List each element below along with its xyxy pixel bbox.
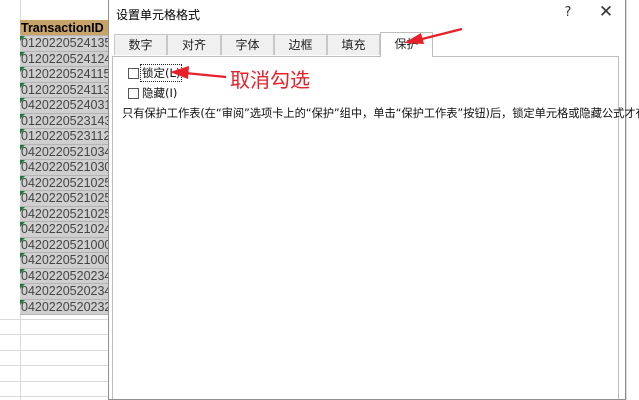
error-indicator-icon <box>20 67 25 72</box>
transaction-id-cell[interactable]: 0420220524031 <box>20 98 108 114</box>
cell-value: 0420220521025 <box>21 206 108 221</box>
transaction-id-cell[interactable]: 0420220520232 <box>20 299 108 315</box>
error-indicator-icon <box>20 222 25 227</box>
error-indicator-icon <box>20 51 25 57</box>
transaction-id-cell[interactable]: 0420220521000 <box>20 237 108 253</box>
transaction-id-cell[interactable]: 0120220524135 <box>20 36 108 52</box>
transaction-id-cell[interactable]: 0420220521030 <box>20 160 108 176</box>
transaction-id-cell[interactable]: 0120220524124 <box>20 51 108 67</box>
protection-panel: 锁定(L) 隐藏(I) 只有保护工作表(在“审阅”选项卡上的“保护”组中，单击“… <box>112 57 639 399</box>
transaction-id-cell[interactable]: 0120220523143 <box>20 113 108 129</box>
grid-line <box>0 396 108 397</box>
error-indicator-icon <box>20 191 25 196</box>
cell-value: 0420220521000 <box>21 237 108 252</box>
tab-alignment[interactable]: 对齐 <box>167 34 221 55</box>
cell-value: 0420220521025 <box>21 175 108 190</box>
cell-value: 0420220521024 <box>21 222 108 236</box>
tab-border[interactable]: 边框 <box>274 34 327 55</box>
tab-fill[interactable]: 填充 <box>327 34 380 55</box>
grid-line <box>626 0 627 400</box>
protection-note: 只有保护工作表(在“审阅”选项卡上的“保护”组中，单击“保护工作表”按钮)后，锁… <box>122 107 639 120</box>
transaction-id-cell[interactable]: 0420220520234 <box>20 284 108 300</box>
close-button[interactable]: ✕ <box>595 3 617 23</box>
cell-value: 0120220524115 <box>21 67 108 81</box>
tab-font[interactable]: 字体 <box>221 34 274 55</box>
cell-value: 0120220523143 <box>21 113 108 128</box>
locked-label[interactable]: 锁定(L) <box>139 64 183 82</box>
error-indicator-icon <box>20 253 25 258</box>
locked-checkbox-row[interactable]: 锁定(L) <box>128 64 183 82</box>
transaction-id-cell[interactable]: 0420220521000 <box>20 253 108 269</box>
cell-value: 0420220520234 <box>21 268 108 283</box>
error-indicator-icon <box>20 237 25 243</box>
cell-value: 0420220521000 <box>21 253 108 267</box>
hidden-checkbox-row[interactable]: 隐藏(I) <box>128 85 177 101</box>
error-indicator-icon <box>20 36 25 41</box>
dialog-title: 设置单元格格式 <box>116 8 201 22</box>
cell-value: 0420220521034 <box>21 144 108 159</box>
grid-line <box>0 319 108 320</box>
error-indicator-icon <box>20 129 25 134</box>
error-indicator-icon <box>20 144 25 150</box>
transaction-id-cell[interactable]: 0420220521025 <box>20 206 108 222</box>
error-indicator-icon <box>20 113 25 119</box>
transaction-id-cell[interactable]: 0120220524115 <box>20 67 108 83</box>
error-indicator-icon <box>20 268 25 274</box>
dialog-tabs: 数字 对齐 字体 边框 填充 保护 <box>112 32 619 57</box>
transaction-id-column[interactable]: TransactionID 0120220524135 0120220524124… <box>20 20 108 315</box>
transaction-id-cell[interactable]: 0420220521034 <box>20 144 108 160</box>
error-indicator-icon <box>20 175 25 181</box>
tab-protection[interactable]: 保护 <box>380 32 433 57</box>
grid-line <box>0 350 108 351</box>
column-header-cell[interactable]: TransactionID <box>20 20 108 36</box>
tab-number[interactable]: 数字 <box>114 34 167 55</box>
transaction-id-cell[interactable]: 0420220521025 <box>20 175 108 191</box>
grid-line <box>0 334 108 335</box>
cell-value: 0120220523112 <box>21 129 108 143</box>
cell-value: 0420220520234 <box>21 284 108 298</box>
cell-value: 0420220521030 <box>21 160 108 174</box>
transaction-id-cell[interactable]: 0120220523112 <box>20 129 108 145</box>
cell-value: 0120220524124 <box>21 51 108 66</box>
dialog-titlebar[interactable]: 设置单元格格式 ? ✕ <box>109 0 625 28</box>
transaction-id-cell[interactable]: 0120220524113 <box>20 82 108 98</box>
cell-value: 0120220524113 <box>21 82 108 97</box>
hidden-label[interactable]: 隐藏(I) <box>142 86 177 100</box>
error-indicator-icon <box>20 299 25 305</box>
cell-value: 0120220524135 <box>21 36 108 50</box>
hidden-checkbox[interactable] <box>128 87 139 99</box>
help-button[interactable]: ? <box>557 3 579 23</box>
error-indicator-icon <box>20 284 25 289</box>
grid-line <box>0 365 108 366</box>
error-indicator-icon <box>20 160 25 165</box>
grid-line <box>0 381 108 382</box>
format-cells-dialog: 设置单元格格式 ? ✕ 数字 对齐 字体 边框 填充 保护 锁定(L) 隐藏(I… <box>108 0 639 400</box>
transaction-id-cell[interactable]: 0420220521024 <box>20 222 108 238</box>
cell-value: 0420220524031 <box>21 98 108 112</box>
annotation-text: 取消勾选 <box>230 68 310 92</box>
locked-checkbox[interactable] <box>128 67 139 79</box>
error-indicator-icon <box>20 206 25 212</box>
error-indicator-icon <box>20 98 25 103</box>
transaction-id-cell[interactable]: 0420220521025 <box>20 191 108 207</box>
cell-value: 0420220521025 <box>21 191 108 205</box>
error-indicator-icon <box>20 82 25 88</box>
transaction-id-cell[interactable]: 0420220520234 <box>20 268 108 284</box>
cell-value: 0420220520232 <box>21 299 108 314</box>
